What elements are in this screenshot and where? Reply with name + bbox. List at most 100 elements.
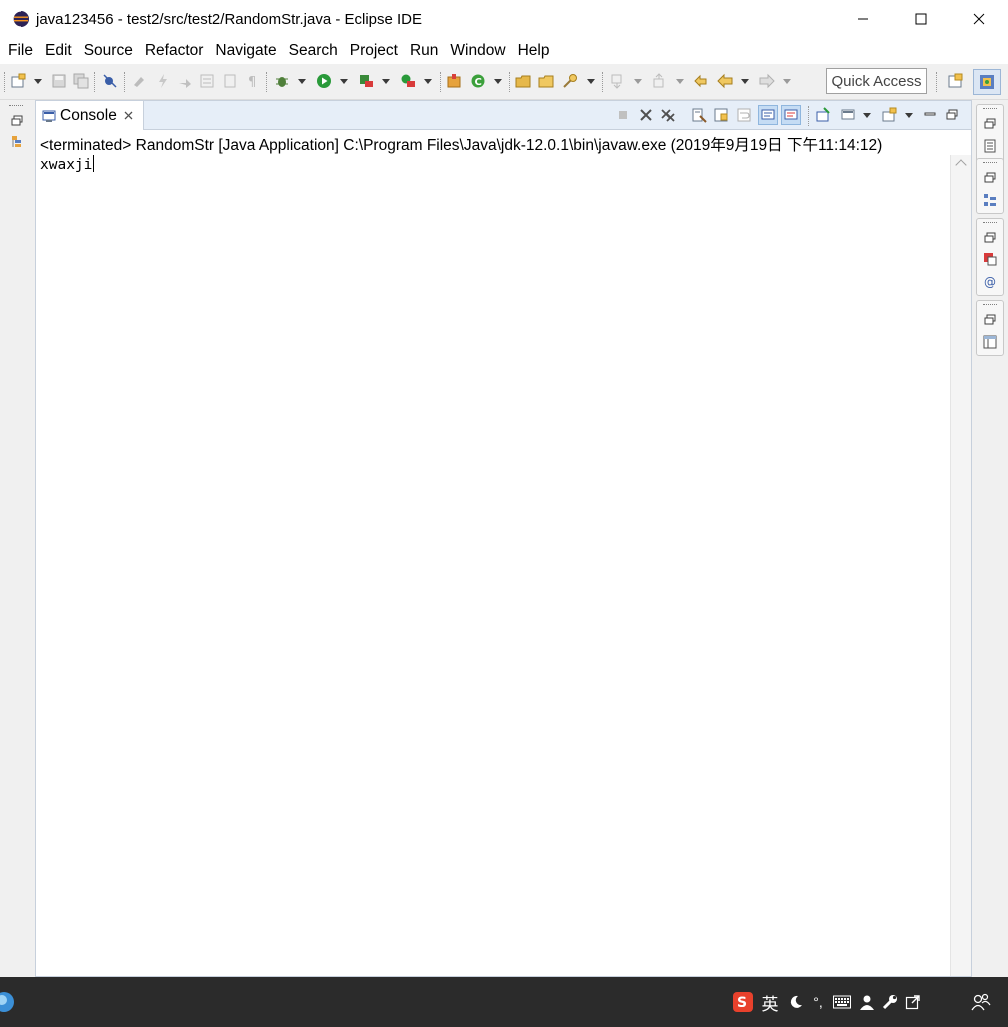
scroll-up-arrow-icon[interactable] <box>955 159 967 171</box>
last-edit-location-icon[interactable] <box>693 73 709 89</box>
new-dropdown-icon[interactable] <box>34 79 42 84</box>
new-class-dropdown-icon[interactable] <box>494 79 502 84</box>
menu-file[interactable]: File <box>3 40 38 62</box>
back-dropdown-icon[interactable] <box>741 79 749 84</box>
close-icon[interactable] <box>123 110 134 121</box>
coverage-icon[interactable] <box>358 73 374 89</box>
windows-taskbar: S 英 °, <box>0 977 1008 1027</box>
remove-launch-icon[interactable] <box>638 107 654 123</box>
show-console-on-stderr-button[interactable] <box>781 105 801 125</box>
close-button[interactable] <box>950 0 1008 38</box>
toggle-block-selection-icon <box>159 74 167 88</box>
search-icon[interactable] <box>562 73 578 89</box>
outline-icon[interactable] <box>983 193 997 207</box>
clear-console-icon[interactable] <box>691 107 707 123</box>
tab-console[interactable]: Console <box>36 101 144 130</box>
toolbar-separator <box>94 72 95 92</box>
menu-refactor[interactable]: Refactor <box>140 40 209 62</box>
external-link-icon[interactable] <box>903 991 923 1013</box>
maximize-button[interactable] <box>892 0 950 38</box>
keyboard-icon[interactable] <box>832 991 852 1013</box>
java-perspective-button[interactable] <box>973 69 1001 95</box>
new-java-class-icon[interactable]: C <box>470 73 486 89</box>
open-console-dropdown-icon[interactable] <box>905 113 913 118</box>
open-perspective-icon[interactable] <box>947 73 963 89</box>
user-icon[interactable] <box>857 991 877 1013</box>
debug-icon[interactable] <box>274 73 290 89</box>
show-stderr-icon <box>784 109 798 120</box>
coverage-dropdown-icon[interactable] <box>382 79 390 84</box>
package-explorer-icon[interactable] <box>10 135 24 149</box>
trim-group-outline-view <box>976 158 1004 214</box>
display-console-dropdown-icon[interactable] <box>863 113 871 118</box>
problems-icon[interactable] <box>983 252 997 266</box>
text-caret <box>93 155 95 172</box>
minimize-button[interactable] <box>834 0 892 38</box>
trim-group-declaration <box>976 300 1004 356</box>
external-tools-icon[interactable] <box>400 73 416 89</box>
people-icon[interactable] <box>971 991 991 1013</box>
menu-window[interactable]: Window <box>445 40 510 62</box>
search-dropdown-icon[interactable] <box>587 79 595 84</box>
restore-icon[interactable] <box>983 171 997 185</box>
menu-search[interactable]: Search <box>284 40 343 62</box>
trim-grip <box>983 304 997 306</box>
next-edit-location-icon <box>611 74 622 89</box>
debug-dropdown-icon[interactable] <box>298 79 306 84</box>
pin-console-icon[interactable] <box>815 107 831 123</box>
restore-icon[interactable] <box>983 313 997 327</box>
previous-edit-location-icon <box>653 73 664 88</box>
display-selected-console-icon[interactable] <box>840 107 856 123</box>
new-icon[interactable] <box>10 73 26 89</box>
scroll-lock-icon[interactable] <box>713 107 729 123</box>
show-console-on-stdout-button[interactable] <box>758 105 778 125</box>
menu-run[interactable]: Run <box>405 40 443 62</box>
minimize-view-icon[interactable] <box>922 107 938 123</box>
console-output[interactable]: xwaxji <box>40 155 95 173</box>
console-tab-label: Console <box>60 106 117 124</box>
svg-text:C: C <box>475 77 482 88</box>
moon-icon[interactable] <box>786 991 806 1013</box>
menu-help[interactable]: Help <box>513 40 555 62</box>
quick-access-input[interactable]: Quick Access <box>826 68 927 94</box>
remove-all-terminated-icon[interactable] <box>660 107 676 123</box>
trim-grip <box>983 222 997 224</box>
menu-project[interactable]: Project <box>345 40 403 62</box>
punctuation-mode-label[interactable]: °, <box>808 991 828 1013</box>
open-console-icon[interactable] <box>881 107 897 123</box>
external-tools-dropdown-icon[interactable] <box>424 79 432 84</box>
skip-breakpoints-icon[interactable] <box>102 73 118 89</box>
open-task-icon[interactable] <box>538 73 554 89</box>
run-dropdown-icon[interactable] <box>340 79 348 84</box>
eclipse-icon <box>12 10 29 28</box>
sogou-ime-icon[interactable]: S <box>733 991 753 1013</box>
maximize-view-icon[interactable] <box>944 107 960 123</box>
restore-icon[interactable] <box>983 117 997 131</box>
new-java-package-icon[interactable] <box>446 73 462 89</box>
maximize-icon <box>915 13 927 25</box>
menu-navigate[interactable]: Navigate <box>210 40 281 62</box>
task-list-icon[interactable] <box>983 139 997 153</box>
menu-edit[interactable]: Edit <box>40 40 77 62</box>
ime-language-label[interactable]: 英 <box>760 991 780 1014</box>
wrench-icon[interactable] <box>880 991 900 1013</box>
svg-text:¶: ¶ <box>248 75 256 89</box>
declaration-icon[interactable] <box>983 335 997 349</box>
view-toolbar-separator <box>808 106 809 126</box>
run-icon[interactable] <box>316 73 332 89</box>
left-trim-stack <box>0 100 33 977</box>
toolbar-grip <box>4 72 5 92</box>
restore-icon[interactable] <box>983 231 997 245</box>
trim-grip <box>983 162 997 164</box>
taskbar-app-icon[interactable] <box>0 989 16 1015</box>
next-annotation-icon <box>179 79 191 88</box>
save-icon <box>52 74 66 88</box>
menu-source[interactable]: Source <box>79 40 138 62</box>
javadoc-icon[interactable]: @ <box>983 274 997 288</box>
back-icon[interactable] <box>717 73 733 89</box>
open-type-icon[interactable] <box>515 73 531 89</box>
restore-icon[interactable] <box>10 114 24 128</box>
console-vertical-scrollbar[interactable] <box>950 155 971 976</box>
toggle-mark-occurrences-icon <box>134 77 144 87</box>
console-view: Console <terminated> RandomStr [Java App… <box>35 100 972 977</box>
